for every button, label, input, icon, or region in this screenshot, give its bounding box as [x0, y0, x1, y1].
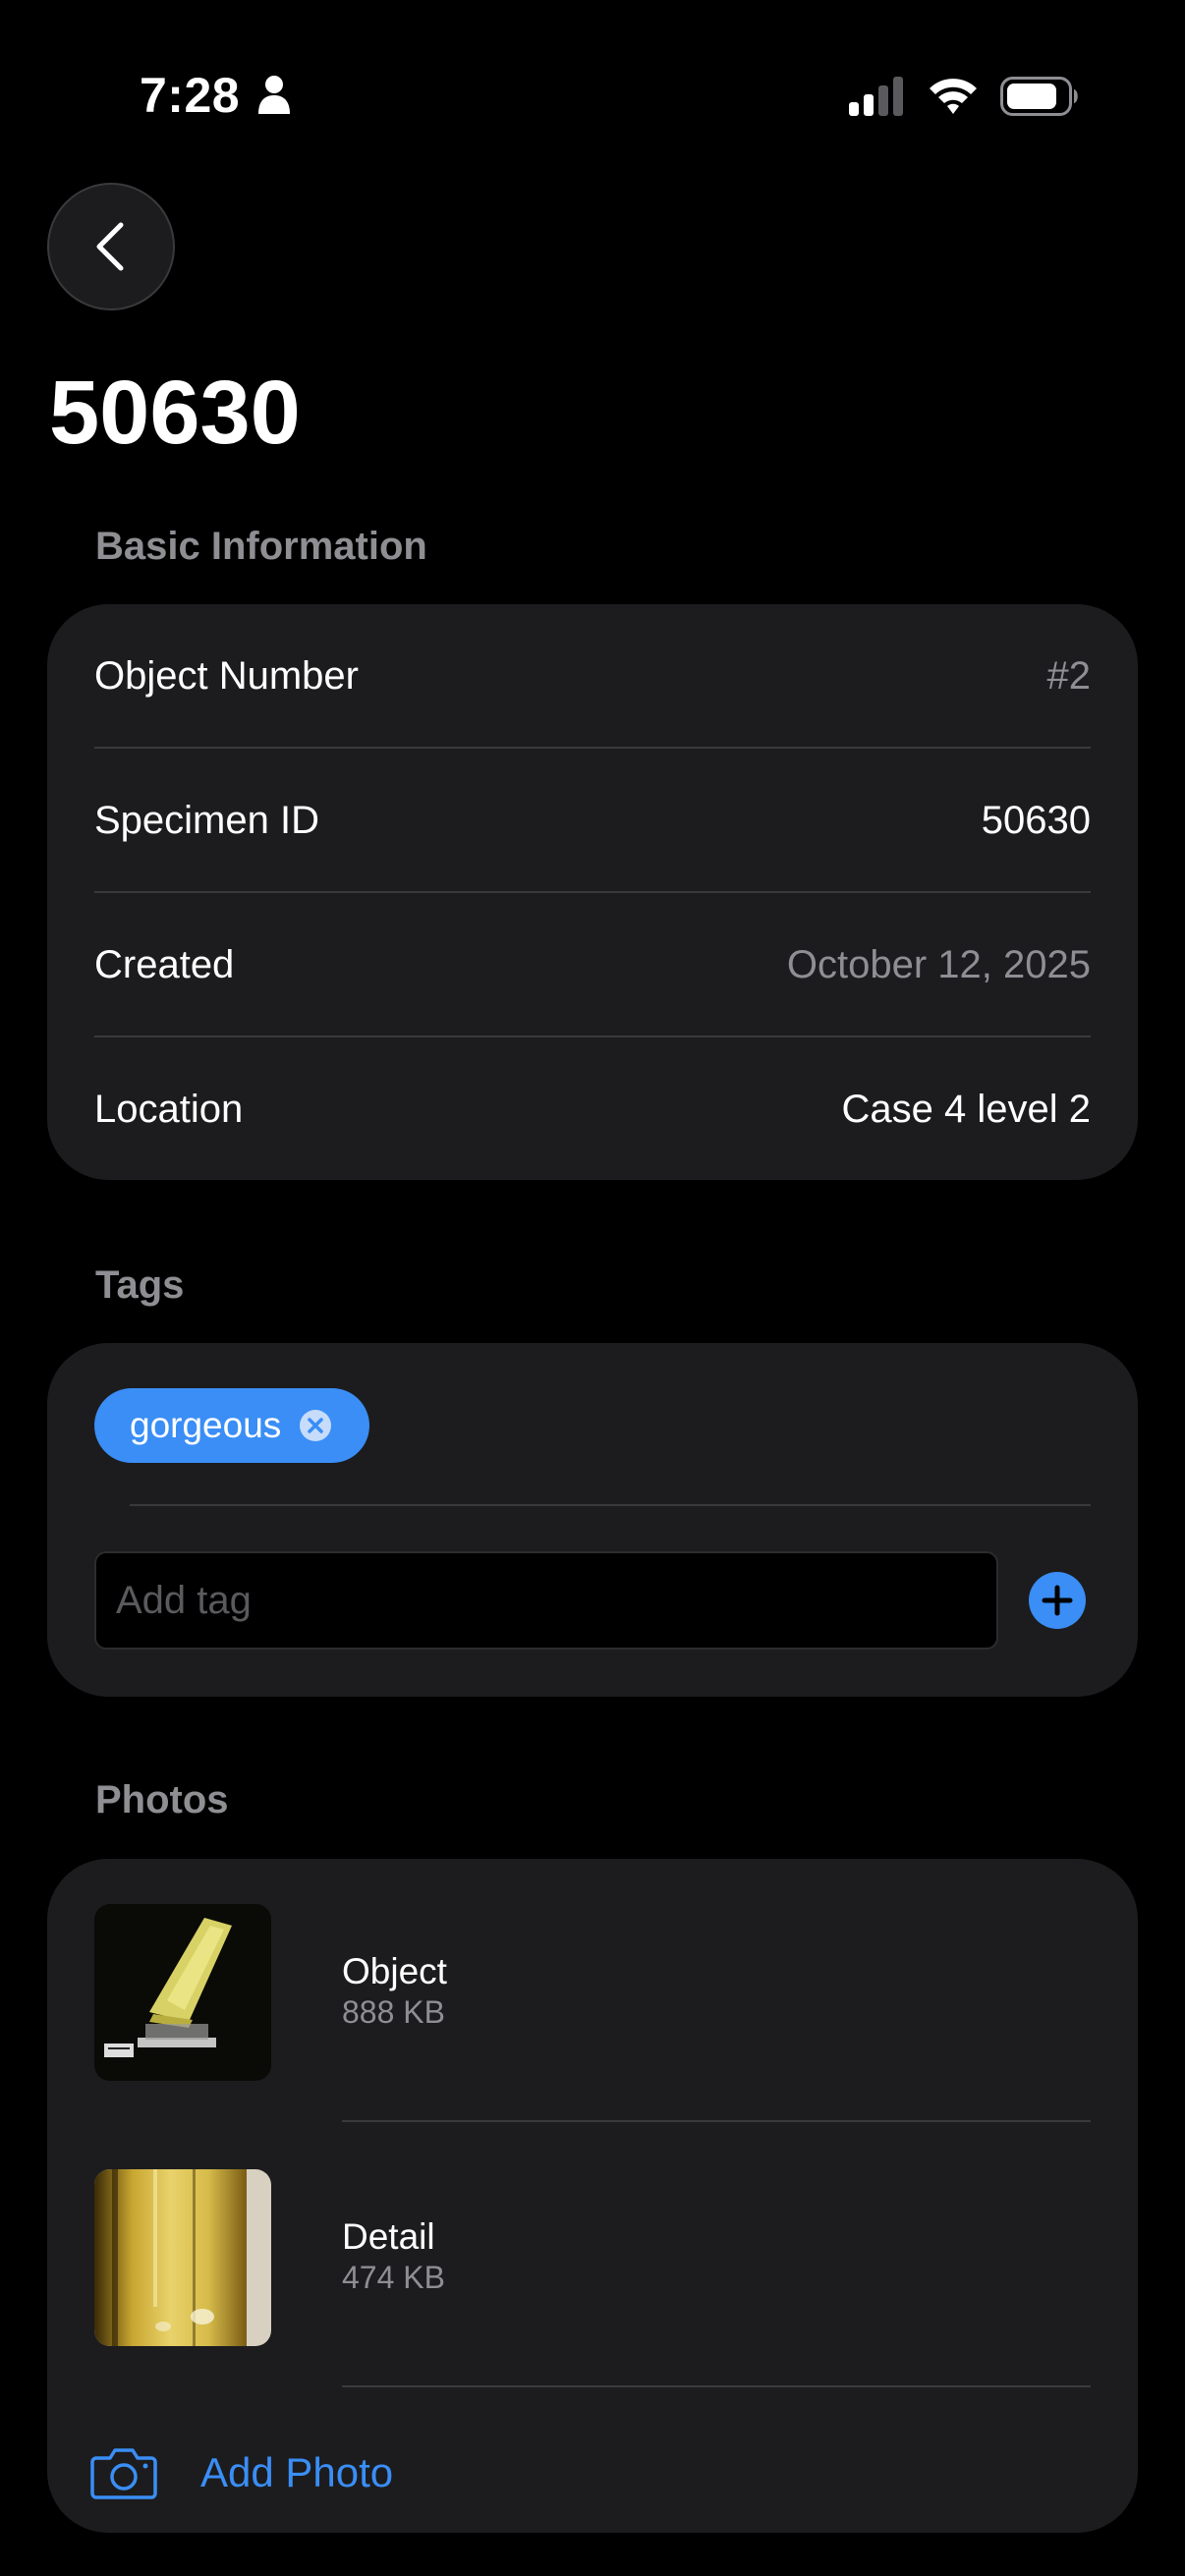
add-tag-button[interactable] [1028, 1571, 1087, 1630]
tags-card: gorgeous [47, 1343, 1138, 1697]
divider [130, 1504, 1091, 1506]
row-label: Specimen ID [94, 798, 319, 842]
tag-chip[interactable]: gorgeous [94, 1388, 370, 1463]
photo-thumbnail [94, 2169, 271, 2346]
section-header-tags: Tags [95, 1263, 185, 1307]
photo-size: 888 KB [342, 1994, 445, 2030]
photo-item-object[interactable]: Object 888 KB [94, 1904, 1091, 2083]
row-created: Created October 12, 2025 [94, 893, 1091, 1036]
row-object-number: Object Number #2 [94, 604, 1091, 748]
cellular-signal-icon [849, 77, 903, 116]
status-bar: 7:28 [0, 0, 1185, 187]
photo-title: Detail [342, 2216, 435, 2257]
row-location[interactable]: Location Case 4 level 2 [94, 1037, 1091, 1181]
row-value: Case 4 level 2 [841, 1087, 1091, 1131]
row-specimen-id: Specimen ID 50630 [94, 749, 1091, 892]
add-tag-input[interactable] [94, 1551, 998, 1650]
row-label: Created [94, 942, 235, 986]
chevron-left-icon [96, 222, 124, 271]
row-value: 50630 [981, 798, 1091, 842]
photo-thumbnail [94, 1904, 271, 2081]
row-label: Object Number [94, 653, 359, 698]
remove-tag-icon[interactable] [299, 1409, 332, 1442]
photo-title: Object [342, 1951, 447, 1991]
page-title: 50630 [49, 363, 301, 463]
back-button[interactable] [47, 183, 175, 310]
basic-information-card: Object Number #2 Specimen ID 50630 Creat… [47, 604, 1138, 1180]
add-photo-button[interactable]: Add Photo [90, 2434, 393, 2512]
photo-size: 474 KB [342, 2260, 445, 2295]
row-value: #2 [1046, 653, 1092, 698]
section-header-basic-information: Basic Information [95, 525, 427, 568]
row-value: October 12, 2025 [786, 942, 1091, 986]
tag-chip-label: gorgeous [130, 1405, 282, 1445]
battery-icon [1000, 77, 1078, 116]
photo-item-detail[interactable]: Detail 474 KB [94, 2169, 1091, 2348]
photos-card: Object 888 KB Detail 474 KB Add Photo [47, 1859, 1138, 2533]
camera-icon [90, 2448, 157, 2499]
person-icon [258, 76, 290, 114]
status-time: 7:28 [140, 68, 241, 123]
divider [342, 2385, 1091, 2387]
add-photo-label: Add Photo [200, 2449, 394, 2495]
section-header-photos: Photos [95, 1778, 229, 1821]
row-label: Location [94, 1087, 244, 1131]
wifi-icon [930, 79, 977, 114]
divider [342, 2120, 1091, 2122]
